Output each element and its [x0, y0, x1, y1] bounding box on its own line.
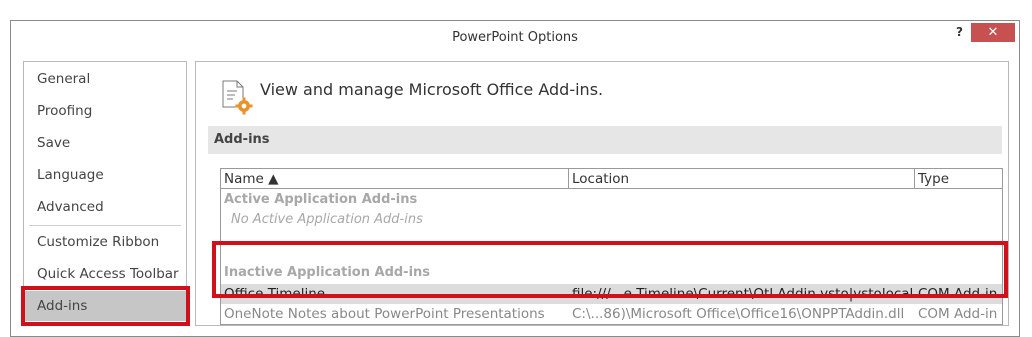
add-ins-gear-icon [222, 80, 253, 115]
panel-heading: View and manage Microsoft Office Add-ins… [260, 80, 604, 99]
table-row[interactable]: OneNote Notes about PowerPoint Presentat… [221, 304, 1002, 324]
sidebar-item-proofing[interactable]: Proofing [24, 96, 186, 126]
column-header-location[interactable]: Location [569, 169, 915, 189]
sidebar-item-general[interactable]: General [24, 64, 186, 94]
help-button[interactable]: ? [956, 25, 963, 39]
powerpoint-options-dialog: PowerPoint Options ? ✕ General Proofing … [10, 20, 1020, 337]
sidebar-item-save[interactable]: Save [24, 128, 186, 158]
dialog-title: PowerPoint Options [452, 30, 578, 45]
table-row[interactable]: Office Timeline file:///...e Timeline\Cu… [221, 284, 1002, 304]
row-name: Office Timeline [224, 286, 326, 302]
close-button[interactable]: ✕ [971, 23, 1015, 42]
sidebar-item-customize-ribbon[interactable]: Customize Ribbon [24, 227, 186, 257]
row-location: file:///...e Timeline\Current\Otl.Addin.… [572, 286, 912, 302]
sidebar-item-quick-access-toolbar[interactable]: Quick Access Toolbar [24, 259, 186, 289]
row-type: COM Add-in [918, 306, 998, 322]
active-add-ins-group-label: Active Application Add-ins [224, 192, 418, 207]
add-ins-section-header: Add-ins [208, 126, 1002, 154]
sidebar-item-language[interactable]: Language [24, 160, 186, 190]
sidebar-divider [29, 225, 181, 226]
no-active-add-ins-label: No Active Application Add-ins [231, 212, 423, 227]
options-sidebar: General Proofing Save Language Advanced … [23, 61, 187, 326]
title-bar: PowerPoint Options ? ✕ [11, 21, 1019, 57]
add-ins-table: Name ▲ Location Type Active Application … [220, 168, 1003, 325]
column-header-type[interactable]: Type [915, 169, 1002, 189]
section-label: Add-ins [214, 132, 270, 147]
inactive-add-ins-group-label: Inactive Application Add-ins [224, 265, 431, 280]
add-ins-panel: View and manage Microsoft Office Add-ins… [195, 61, 1009, 326]
sidebar-item-add-ins[interactable]: Add-ins [24, 291, 186, 321]
column-header-name[interactable]: Name ▲ [221, 169, 569, 189]
row-name: OneNote Notes about PowerPoint Presentat… [224, 306, 545, 322]
sidebar-item-advanced[interactable]: Advanced [24, 192, 186, 222]
row-location: C:\...86)\Microsoft Office\Office16\ONPP… [572, 306, 905, 322]
row-type: COM Add-in [918, 286, 998, 302]
